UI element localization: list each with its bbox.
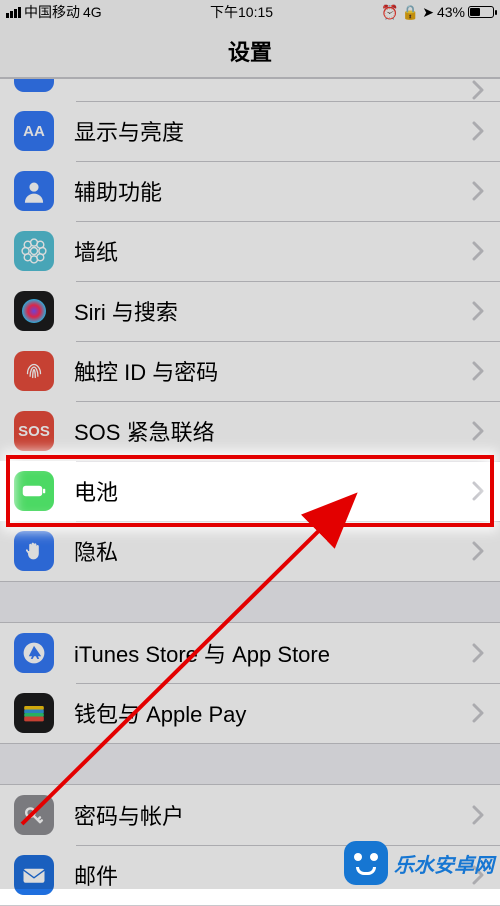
chevron-right-icon <box>472 805 500 825</box>
watermark-logo-icon <box>344 841 388 885</box>
battery-icon <box>468 6 494 18</box>
settings-row-passwords[interactable]: 密码与帐户 <box>0 785 500 845</box>
nav-bar: 设置 <box>0 24 500 78</box>
settings-group: iTunes Store 与 App Store 钱包与 Apple Pay <box>0 622 500 744</box>
chevron-right-icon <box>472 80 500 100</box>
rotation-lock-icon: 🔒 <box>402 4 419 21</box>
settings-list: AA显示与亮度辅助功能墙纸Siri 与搜索触控 ID 与密码SOSSOS 紧急联… <box>0 78 500 906</box>
siri-icon <box>14 291 54 331</box>
chevron-right-icon <box>472 301 500 321</box>
battery-percent: 43% <box>437 4 465 20</box>
settings-row-wallpaper[interactable]: 墙纸 <box>0 221 500 281</box>
prev-icon <box>14 79 54 92</box>
chevron-right-icon <box>472 241 500 261</box>
display-icon: AA <box>14 111 54 151</box>
settings-row-itunes[interactable]: iTunes Store 与 App Store <box>0 623 500 683</box>
signal-icon <box>6 7 21 18</box>
settings-row-display[interactable]: AA显示与亮度 <box>0 101 500 161</box>
chevron-right-icon <box>472 121 500 141</box>
network-label: 4G <box>83 4 102 20</box>
status-bar: 中国移动 4G 下午10:15 ⏰ 🔒 ➤ 43% <box>0 0 500 24</box>
watermark: 乐水安卓网 <box>344 841 494 885</box>
carrier-label: 中国移动 <box>24 2 80 22</box>
settings-row-siri[interactable]: Siri 与搜索 <box>0 281 500 341</box>
row-label: SOS 紧急联络 <box>54 415 472 447</box>
row-label: 钱包与 Apple Pay <box>54 697 472 729</box>
settings-row-privacy[interactable]: 隐私 <box>0 521 500 581</box>
settings-row-accessibility[interactable]: 辅助功能 <box>0 161 500 221</box>
wallet-icon <box>14 693 54 733</box>
settings-row-sos[interactable]: SOSSOS 紧急联络 <box>0 401 500 461</box>
sos-icon: SOS <box>14 411 54 451</box>
wallpaper-icon <box>14 231 54 271</box>
accessibility-icon <box>14 171 54 211</box>
row-label: 显示与亮度 <box>54 115 472 147</box>
settings-row-prev[interactable] <box>0 79 500 101</box>
location-icon: ➤ <box>422 4 434 21</box>
row-label: 密码与帐户 <box>54 799 472 831</box>
chevron-right-icon <box>472 481 500 501</box>
row-label: iTunes Store 与 App Store <box>54 637 472 669</box>
privacy-icon <box>14 531 54 571</box>
status-time: 下午10:15 <box>210 2 273 22</box>
chevron-right-icon <box>472 181 500 201</box>
chevron-right-icon <box>472 541 500 561</box>
chevron-right-icon <box>472 643 500 663</box>
settings-group: AA显示与亮度辅助功能墙纸Siri 与搜索触控 ID 与密码SOSSOS 紧急联… <box>0 78 500 582</box>
alarm-icon: ⏰ <box>381 4 398 21</box>
row-label: Siri 与搜索 <box>54 295 472 327</box>
page-title: 设置 <box>228 35 272 67</box>
watermark-text: 乐水安卓网 <box>394 849 494 878</box>
row-label: 触控 ID 与密码 <box>54 355 472 387</box>
settings-row-battery[interactable]: 电池 <box>0 461 500 521</box>
touchid-icon <box>14 351 54 391</box>
itunes-icon <box>14 633 54 673</box>
mail-icon <box>14 855 54 895</box>
chevron-right-icon <box>472 361 500 381</box>
row-label: 墙纸 <box>54 235 472 267</box>
settings-row-wallet[interactable]: 钱包与 Apple Pay <box>0 683 500 743</box>
chevron-right-icon <box>472 421 500 441</box>
row-label: 辅助功能 <box>54 175 472 207</box>
row-label: 电池 <box>54 475 472 507</box>
row-label: 隐私 <box>54 535 472 567</box>
status-right: ⏰ 🔒 ➤ 43% <box>381 4 494 21</box>
passwords-icon <box>14 795 54 835</box>
chevron-right-icon <box>472 703 500 723</box>
battery-icon <box>14 471 54 511</box>
settings-row-touchid[interactable]: 触控 ID 与密码 <box>0 341 500 401</box>
status-left: 中国移动 4G <box>6 2 102 22</box>
